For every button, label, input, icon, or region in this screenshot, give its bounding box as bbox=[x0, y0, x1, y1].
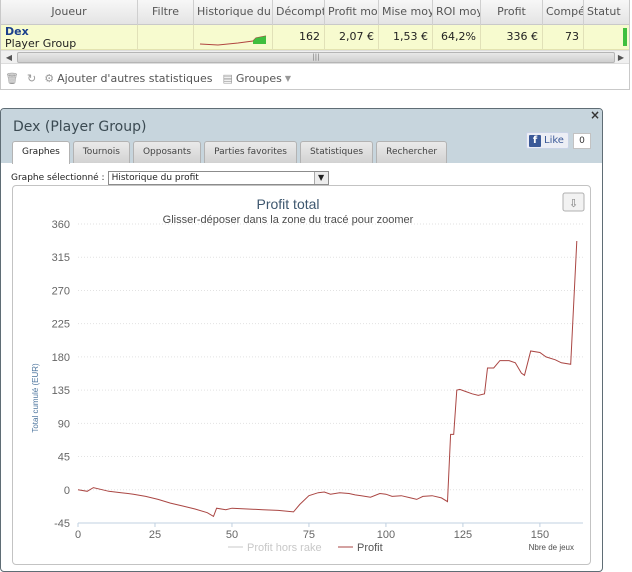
status-indicator bbox=[623, 28, 627, 46]
table-row[interactable]: Dex Player Group 162 2,07 € 1,53 € 64,2%… bbox=[1, 25, 629, 50]
trash-icon[interactable]: 🗑 bbox=[5, 72, 19, 85]
chevron-down-icon[interactable]: ▼ bbox=[285, 74, 291, 83]
column-header-mise-moyenne[interactable]: Mise moye bbox=[379, 0, 433, 25]
tab-rechercher[interactable]: Rechercher bbox=[376, 141, 448, 163]
player-cell[interactable]: Dex Player Group bbox=[1, 25, 138, 50]
competitions-value: 73 bbox=[543, 25, 584, 50]
status-cell bbox=[584, 25, 629, 50]
chart-x-ticks: 0 25 50 75 100 125 150 bbox=[75, 523, 549, 541]
y-tick-label: 180 bbox=[52, 352, 70, 364]
column-header-historique[interactable]: Historique du p bbox=[194, 0, 273, 25]
facebook-like-button[interactable]: f Like bbox=[526, 132, 569, 149]
add-stats-icon[interactable]: ⚙ bbox=[44, 72, 54, 85]
x-tick-label: 25 bbox=[149, 529, 161, 541]
players-grid: Joueur Filtre Historique du p Décompte P… bbox=[0, 0, 630, 90]
grid-toolbar: 🗑 ↻ ⚙ Ajouter d'autres statistiques ▤ Gr… bbox=[5, 70, 299, 86]
column-header-roi-moyen[interactable]: ROI moy bbox=[433, 0, 481, 25]
column-header-joueur[interactable]: Joueur bbox=[1, 0, 138, 25]
panel-header: Dex (Player Group) × f Like 0 Graphes To… bbox=[1, 109, 602, 164]
chart-x-axis-label: Nbre de jeux bbox=[529, 543, 574, 552]
x-tick-label: 100 bbox=[377, 529, 395, 541]
panel-tabs: Graphes Tournois Opposants Parties favor… bbox=[12, 141, 450, 164]
add-stats-button[interactable]: Ajouter d'autres statistiques bbox=[57, 72, 212, 85]
close-icon[interactable]: × bbox=[590, 109, 600, 122]
graph-select[interactable]: Historique du profit ▼ bbox=[107, 171, 329, 185]
chart-subtitle: Glisser-déposer dans la zone du tracé po… bbox=[163, 214, 414, 226]
chart-y-ticks: -45 0 45 90 135 180 225 270 315 360 bbox=[52, 219, 70, 530]
scroll-right-arrow-icon[interactable]: ▶ bbox=[614, 51, 628, 64]
groups-icon[interactable]: ▤ bbox=[222, 72, 232, 85]
decompte-value: 162 bbox=[273, 25, 325, 50]
chart-title: Profit total bbox=[256, 196, 319, 212]
y-tick-label: 270 bbox=[52, 285, 70, 297]
x-tick-label: 125 bbox=[454, 529, 472, 541]
x-tick-label: 150 bbox=[531, 529, 549, 541]
legend-item-profit[interactable]: Profit bbox=[357, 542, 383, 554]
facebook-like-label: Like bbox=[544, 135, 564, 146]
download-icon: ⇩ bbox=[569, 197, 578, 210]
groups-button[interactable]: Groupes bbox=[236, 72, 282, 85]
roi-moyen-value: 64,2% bbox=[433, 25, 481, 50]
player-detail-panel: Dex (Player Group) × f Like 0 Graphes To… bbox=[0, 108, 603, 572]
chevron-down-icon[interactable]: ▼ bbox=[313, 172, 328, 184]
facebook-icon: f bbox=[529, 134, 541, 147]
history-sparkline bbox=[199, 35, 267, 46]
panel-title: Dex (Player Group) bbox=[13, 119, 147, 135]
column-header-profit-moyen[interactable]: Profit moy bbox=[325, 0, 379, 25]
scroll-left-arrow-icon[interactable]: ◀ bbox=[2, 51, 16, 64]
mise-moyenne-value: 1,53 € bbox=[379, 25, 433, 50]
grid-header: Joueur Filtre Historique du p Décompte P… bbox=[1, 0, 629, 25]
y-tick-label: 135 bbox=[52, 385, 70, 397]
chart-gridlines bbox=[78, 223, 583, 491]
tab-tournois[interactable]: Tournois bbox=[72, 141, 130, 163]
profit-value: 336 € bbox=[481, 25, 543, 50]
scrollbar-thumb[interactable]: ||| bbox=[17, 52, 615, 63]
x-tick-label: 50 bbox=[226, 529, 238, 541]
legend-item-profit-hors-rake[interactable]: Profit hors rake bbox=[247, 542, 322, 554]
y-tick-label: -45 bbox=[54, 518, 70, 530]
y-tick-label: 0 bbox=[64, 485, 70, 497]
player-group: Player Group bbox=[5, 37, 77, 50]
tab-parties-favorites[interactable]: Parties favorites bbox=[204, 141, 297, 163]
chart-legend: Profit hors rake Profit bbox=[228, 542, 383, 554]
filter-cell bbox=[138, 25, 194, 50]
column-header-statut[interactable]: Statut bbox=[584, 0, 629, 25]
tab-graphes[interactable]: Graphes bbox=[12, 141, 70, 164]
column-header-decompte[interactable]: Décompte bbox=[273, 0, 325, 25]
chart-y-axis-label: Total cumulé (EUR) bbox=[31, 363, 40, 433]
y-tick-label: 360 bbox=[52, 219, 70, 231]
history-sparkline-cell bbox=[194, 25, 273, 50]
chart-frame: -45 0 45 90 135 180 225 270 315 360 0 25 50 75 100 125… bbox=[12, 185, 591, 565]
y-tick-label: 315 bbox=[52, 252, 70, 264]
facebook-like-widget: f Like 0 bbox=[526, 132, 591, 149]
y-tick-label: 225 bbox=[52, 319, 70, 331]
export-chart-button[interactable]: ⇩ bbox=[562, 192, 585, 212]
refresh-icon[interactable]: ↻ bbox=[27, 72, 36, 85]
x-tick-label: 0 bbox=[75, 529, 81, 541]
profit-chart[interactable]: -45 0 45 90 135 180 225 270 315 360 0 25 50 75 100 125… bbox=[13, 186, 592, 566]
profit-moyen-value: 2,07 € bbox=[325, 25, 379, 50]
series-line-profit bbox=[77, 240, 578, 518]
graph-select-label: Graphe sélectionné : bbox=[11, 173, 105, 183]
graph-select-value: Historique du profit bbox=[111, 173, 199, 183]
facebook-like-count: 0 bbox=[572, 132, 591, 149]
column-header-competitions[interactable]: Compét bbox=[543, 0, 584, 25]
y-tick-label: 45 bbox=[58, 452, 70, 464]
tab-opposants[interactable]: Opposants bbox=[132, 141, 202, 163]
column-header-profit[interactable]: Profit bbox=[481, 0, 543, 25]
column-header-filtre[interactable]: Filtre bbox=[138, 0, 194, 25]
graph-selector-row: Graphe sélectionné : Historique du profi… bbox=[11, 171, 329, 185]
tab-statistiques[interactable]: Statistiques bbox=[299, 141, 374, 163]
horizontal-scrollbar[interactable]: ◀ ||| ▶ bbox=[1, 50, 629, 64]
y-tick-label: 90 bbox=[58, 418, 70, 430]
x-tick-label: 75 bbox=[303, 529, 315, 541]
